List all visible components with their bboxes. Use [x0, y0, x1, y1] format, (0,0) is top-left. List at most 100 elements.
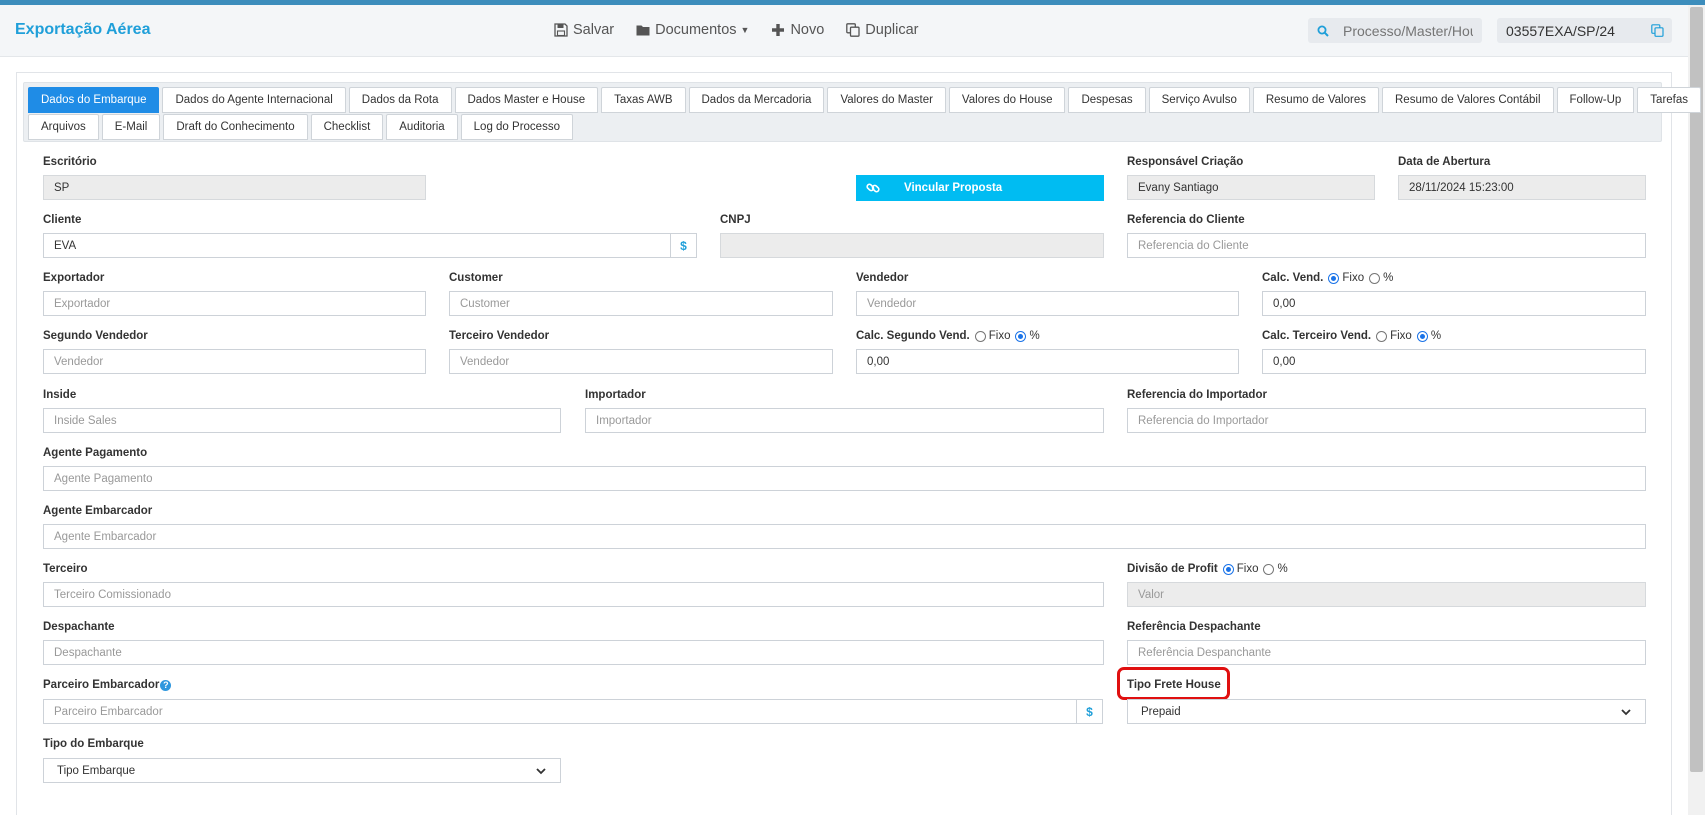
divisao-profit-label: Divisão de Profit — [1127, 563, 1218, 575]
divisao-profit-fixo-label: Fixo — [1236, 563, 1259, 575]
agente-pagamento-field[interactable] — [43, 466, 1646, 491]
tab-dados-da-mercadoria[interactable]: Dados da Mercadoria — [688, 87, 825, 113]
tab-dados-master-e-house[interactable]: Dados Master e House — [454, 87, 599, 113]
agente-embarcador-field[interactable] — [43, 524, 1646, 549]
inside-field[interactable] — [43, 408, 561, 433]
tab-checklist[interactable]: Checklist — [310, 114, 384, 140]
save-button[interactable]: Salvar — [554, 22, 614, 38]
tab-dados-do-agente-internacional[interactable]: Dados do Agente Internacional — [162, 87, 346, 113]
calc-segundo-pct-radio[interactable] — [1015, 330, 1027, 342]
tabs-row-2: Arquivos E-Mail Draft do Conhecimento Ch… — [28, 114, 573, 140]
cnpj-field[interactable] — [720, 233, 1104, 258]
scrollbar-thumb[interactable] — [1690, 7, 1703, 772]
tab-follow-up[interactable]: Follow-Up — [1556, 87, 1635, 113]
calc-vend-fixo-label: Fixo — [1342, 272, 1365, 284]
tipo-frete-house-select[interactable]: Prepaid — [1127, 699, 1646, 724]
importador-field[interactable] — [585, 408, 1104, 433]
despachante-label: Despachante — [43, 621, 115, 633]
tab-log-do-processo[interactable]: Log do Processo — [460, 114, 573, 140]
page-scrollbar[interactable] — [1688, 5, 1705, 815]
tab-servico-avulso[interactable]: Serviço Avulso — [1148, 87, 1250, 113]
process-search-input[interactable] — [1343, 22, 1473, 39]
despachante-field[interactable] — [43, 640, 1104, 665]
parceiro-embarcador-group: Parceiro Embarcador? — [43, 679, 172, 691]
calc-terceiro-label: Calc. Terceiro Vend. — [1262, 330, 1372, 342]
tab-taxas-awb[interactable]: Taxas AWB — [601, 87, 686, 113]
parceiro-currency-button[interactable]: $ — [1077, 699, 1103, 724]
folder-icon — [636, 25, 650, 36]
agente-embarcador-label: Agente Embarcador — [43, 505, 153, 517]
tab-dados-da-rota[interactable]: Dados da Rota — [348, 87, 452, 113]
ref-despachante-label: Referência Despachante — [1127, 621, 1261, 633]
calc-segundo-field[interactable] — [856, 349, 1239, 374]
ref-cliente-field[interactable] — [1127, 233, 1646, 258]
documents-dropdown[interactable]: Documentos ▼ — [636, 22, 749, 38]
tab-valores-do-master[interactable]: Valores do Master — [827, 87, 946, 113]
calc-terceiro-field[interactable] — [1262, 349, 1646, 374]
tab-resumo-de-valores-contabil[interactable]: Resumo de Valores Contábil — [1382, 87, 1554, 113]
tab-dados-do-embarque[interactable]: Dados do Embarque — [28, 87, 160, 113]
divisao-profit-pct-label: % — [1277, 563, 1288, 575]
terceiro-label: Terceiro — [43, 563, 88, 575]
calc-vend-pct-label: % — [1383, 272, 1394, 284]
importador-label: Importador — [585, 389, 646, 401]
copy-icon[interactable] — [1651, 24, 1664, 37]
exportador-label: Exportador — [43, 272, 105, 284]
tab-despesas[interactable]: Despesas — [1068, 87, 1146, 113]
duplicate-label: Duplicar — [865, 22, 919, 38]
tab-e-mail[interactable]: E-Mail — [101, 114, 161, 140]
calc-vend-group: Calc. Vend. Fixo % — [1262, 272, 1393, 284]
tab-arquivos[interactable]: Arquivos — [28, 114, 99, 140]
app-title: Exportação Aérea — [15, 21, 151, 38]
calc-vend-pct-radio[interactable] — [1369, 272, 1381, 284]
current-process-number: 03557EXA/SP/24 — [1506, 22, 1615, 39]
ref-cliente-label: Referencia do Cliente — [1127, 214, 1245, 226]
tipo-embarque-select[interactable]: Tipo Embarque — [43, 758, 561, 783]
calc-terceiro-fixo-radio[interactable] — [1376, 330, 1388, 342]
responsavel-criacao-field[interactable] — [1127, 175, 1375, 200]
tipo-frete-house-value: Prepaid — [1141, 705, 1181, 718]
vendedor-label: Vendedor — [856, 272, 909, 284]
vendedor-field[interactable] — [856, 291, 1239, 316]
calc-vend-fixo-radio[interactable] — [1328, 272, 1340, 284]
ref-despachante-field[interactable] — [1127, 640, 1646, 665]
customer-field[interactable] — [449, 291, 833, 316]
divisao-profit-fixo-radio[interactable] — [1222, 563, 1234, 575]
escritorio-field[interactable] — [43, 175, 426, 200]
calc-terceiro-pct-radio[interactable] — [1416, 330, 1428, 342]
calc-segundo-fixo-label: Fixo — [988, 330, 1011, 342]
caret-down-icon: ▼ — [740, 25, 750, 35]
parceiro-embarcador-field[interactable] — [43, 699, 1077, 724]
agente-pagamento-label: Agente Pagamento — [43, 447, 148, 459]
link-icon — [866, 183, 880, 193]
floppy-icon — [554, 23, 568, 37]
tab-tarefas[interactable]: Tarefas — [1637, 87, 1702, 113]
tipo-embarque-label: Tipo do Embarque — [43, 738, 144, 750]
divisao-profit-field[interactable] — [1127, 582, 1646, 607]
segundo-vendedor-field[interactable] — [43, 349, 426, 374]
tab-auditoria[interactable]: Auditoria — [386, 114, 458, 140]
highlight-annotation — [1117, 667, 1230, 700]
exportador-field[interactable] — [43, 291, 426, 316]
search-icon — [1317, 25, 1329, 37]
duplicate-button[interactable]: Duplicar — [846, 22, 918, 38]
calc-terceiro-fixo-label: Fixo — [1390, 330, 1412, 342]
calc-segundo-label: Calc. Segundo Vend. — [856, 330, 970, 342]
vincular-proposta-button[interactable]: Vincular Proposta — [856, 175, 1104, 201]
data-abertura-field[interactable] — [1398, 175, 1646, 200]
ref-importador-field[interactable] — [1127, 408, 1646, 433]
tab-draft-do-conhecimento[interactable]: Draft do Conhecimento — [163, 114, 308, 140]
current-process-field[interactable]: 03557EXA/SP/24 — [1497, 18, 1672, 43]
tab-resumo-de-valores[interactable]: Resumo de Valores — [1252, 87, 1379, 113]
tab-valores-do-house[interactable]: Valores do House — [948, 87, 1066, 113]
new-button[interactable]: Novo — [771, 22, 824, 38]
cliente-currency-button[interactable]: $ — [671, 233, 697, 258]
calc-segundo-fixo-radio[interactable] — [974, 330, 986, 342]
help-icon[interactable]: ? — [160, 679, 172, 691]
terceiro-field[interactable] — [43, 582, 1104, 607]
terceiro-vendedor-field[interactable] — [449, 349, 833, 374]
responsavel-criacao-label: Responsável Criação — [1127, 156, 1244, 168]
cliente-field[interactable] — [43, 233, 671, 258]
calc-vend-field[interactable] — [1262, 291, 1646, 316]
divisao-profit-pct-radio[interactable] — [1263, 563, 1275, 575]
